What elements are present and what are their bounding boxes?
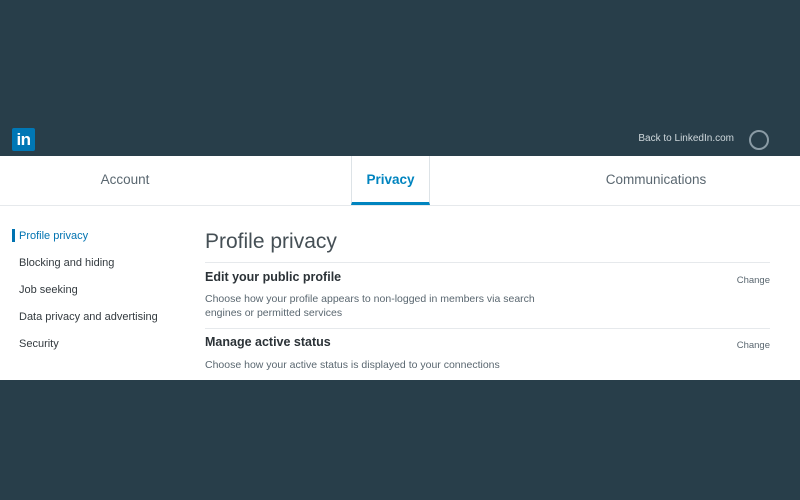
top-bar: in Back to LinkedIn.com	[0, 0, 800, 156]
change-public-profile-link[interactable]: Change	[737, 275, 770, 286]
page-title: Profile privacy	[205, 230, 337, 253]
section-description-public-profile: Choose how your profile appears to non-l…	[205, 293, 535, 319]
sidebar-item-data-privacy[interactable]: Data privacy and advertising	[0, 305, 190, 332]
change-active-status-link[interactable]: Change	[737, 340, 770, 351]
tab-communications[interactable]: Communications	[560, 156, 752, 205]
sidebar-item-blocking-and-hiding[interactable]: Blocking and hiding	[0, 251, 190, 278]
linkedin-logo-icon[interactable]: in	[12, 128, 35, 151]
divider	[205, 262, 770, 263]
tab-privacy[interactable]: Privacy	[351, 156, 430, 205]
section-title-active-status: Manage active status	[205, 335, 331, 349]
back-to-linkedin-link[interactable]: Back to LinkedIn.com	[638, 133, 734, 144]
tab-account[interactable]: Account	[0, 156, 250, 205]
sidebar-item-security[interactable]: Security	[0, 332, 190, 359]
section-title-public-profile: Edit your public profile	[205, 270, 342, 284]
section-description-active-status: Choose how your active status is display…	[205, 359, 500, 371]
sidebar-item-profile-privacy[interactable]: Profile privacy	[0, 224, 190, 251]
sidebar-item-job-seeking[interactable]: Job seeking	[0, 278, 190, 305]
avatar[interactable]	[749, 130, 769, 150]
settings-content: Profile privacy Blocking and hiding Job …	[0, 206, 800, 380]
settings-tabs: Account Privacy Communications	[0, 156, 800, 206]
divider	[205, 328, 770, 329]
bottom-background	[0, 380, 800, 500]
sidebar-nav: Profile privacy Blocking and hiding Job …	[0, 224, 190, 359]
